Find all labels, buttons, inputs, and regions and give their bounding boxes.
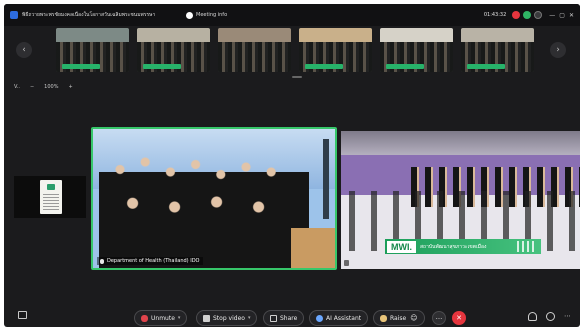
unmute-label: Unmute xyxy=(151,314,175,322)
strip-resize-handle[interactable] xyxy=(292,76,302,78)
zoom-out-button[interactable]: − xyxy=(30,84,34,90)
ai-assistant-button[interactable]: AI Assistant xyxy=(309,310,369,326)
name-tag xyxy=(305,64,343,69)
meeting-info-label: Meeting info xyxy=(196,12,228,18)
chevron-down-icon[interactable]: ▾ xyxy=(178,315,181,321)
close-icon[interactable]: ✕ xyxy=(569,12,574,19)
app-icon xyxy=(10,11,18,19)
record-icon[interactable] xyxy=(512,11,521,19)
meeting-timer: 01:43:32 xyxy=(483,12,507,18)
participant-thumbnail[interactable] xyxy=(56,28,129,72)
microphone-muted-icon xyxy=(141,314,148,322)
more-panels-icon[interactable]: ⋯ xyxy=(564,312,573,321)
title-bar: พิธีถวายพระพรชัยมงคลเนื่องในโอกาสวันเฉลิ… xyxy=(4,4,580,26)
participant-thumbnail[interactable] xyxy=(218,28,291,72)
zoom-level: 100% xyxy=(44,84,59,90)
microphone-icon xyxy=(100,258,104,264)
participant-video[interactable]: MWI. สถาบันพัฒนาสุขภาวะเขตเมือง xyxy=(341,131,580,269)
stop-video-button[interactable]: Stop video ▾ xyxy=(196,310,258,326)
minimize-icon[interactable]: — xyxy=(549,12,555,19)
end-call-button[interactable]: ✕ xyxy=(452,311,466,325)
participant-name-label: Department of Health (Thailand) IDO xyxy=(97,257,203,265)
zoom-in-button[interactable]: + xyxy=(68,84,72,90)
organization-banner: MWI. สถาบันพัฒนาสุขภาวะเขตเมือง xyxy=(385,239,541,254)
share-label: Share xyxy=(280,314,298,322)
share-screen-icon xyxy=(270,314,277,322)
shield-icon xyxy=(186,11,193,19)
banner-text: สถาบันพัฒนาสุขภาวะเขตเมือง xyxy=(420,243,487,250)
active-speaker-video[interactable]: Department of Health (Thailand) IDO xyxy=(91,127,337,270)
next-page-button[interactable]: › xyxy=(550,42,566,58)
name-tag xyxy=(143,64,181,69)
view-controls: V.. − 100% + xyxy=(14,84,83,90)
more-options-button[interactable]: ··· xyxy=(432,311,446,325)
microphone-icon xyxy=(344,260,349,266)
name-tag xyxy=(467,64,505,69)
previous-page-button[interactable]: ‹ xyxy=(16,42,32,58)
name-tag xyxy=(62,64,100,69)
reaction-icon[interactable]: ☺ xyxy=(410,314,417,322)
participant-thumbnail[interactable] xyxy=(380,28,453,72)
participant-thumbnail[interactable] xyxy=(299,28,372,72)
meeting-toolbar: Unmute ▾ Stop video ▾ Share AI Assistant… xyxy=(4,306,580,327)
name-tag xyxy=(386,64,424,69)
participant-thumbnail[interactable] xyxy=(137,28,210,72)
participant-name: Department of Health (Thailand) IDO xyxy=(107,258,200,264)
ai-assistant-label: AI Assistant xyxy=(326,314,362,322)
document-logo xyxy=(47,184,55,190)
stop-video-label: Stop video xyxy=(213,314,245,322)
hand-icon xyxy=(380,314,387,322)
window-controls: 01:43:32 — ▢ ✕ xyxy=(484,4,574,26)
chevron-down-icon[interactable]: ▾ xyxy=(248,315,251,321)
layout-menu[interactable]: V.. xyxy=(14,84,20,90)
participant-thumbnail[interactable] xyxy=(461,28,534,72)
maximize-icon[interactable]: ▢ xyxy=(559,12,565,19)
shared-document-tile[interactable] xyxy=(14,176,86,218)
meeting-window: พิธีถวายพระพรชัยมงคลเนื่องในโอกาสวันเฉลิ… xyxy=(4,4,580,327)
ai-assistant-icon xyxy=(316,314,323,322)
captions-icon[interactable] xyxy=(18,311,27,319)
layout-icon[interactable] xyxy=(534,11,543,19)
participants-group xyxy=(99,147,309,268)
unmute-button[interactable]: Unmute ▾ xyxy=(134,310,188,326)
raise-label: Raise xyxy=(390,314,407,322)
chat-icon[interactable] xyxy=(546,312,555,321)
meeting-title: พิธีถวายพระพรชัยมงคลเนื่องในโอกาสวันเฉลิ… xyxy=(22,12,156,18)
thumbnail-strip: ‹ › xyxy=(4,26,580,78)
banner-logo: MWI. xyxy=(387,240,416,253)
raise-hand-button[interactable]: Raise ☺ xyxy=(373,310,425,326)
camera-icon xyxy=(203,314,210,322)
connection-icon[interactable] xyxy=(523,11,532,19)
document-preview xyxy=(40,180,62,214)
meeting-info-button[interactable]: Meeting info xyxy=(186,11,228,19)
share-button[interactable]: Share xyxy=(263,310,305,326)
participants-icon[interactable] xyxy=(528,312,537,321)
